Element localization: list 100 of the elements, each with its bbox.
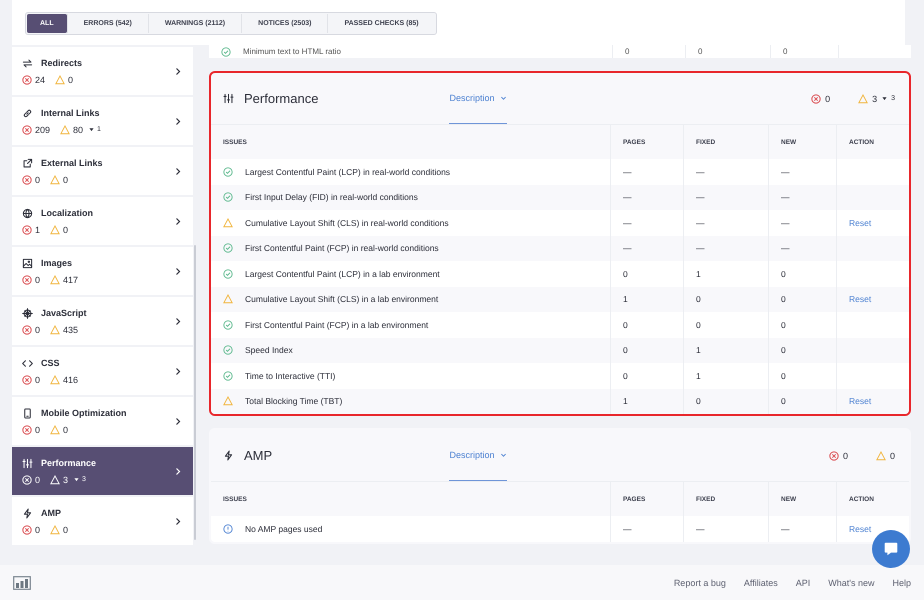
reset-link[interactable]: Reset [849, 218, 872, 228]
check-circle-icon [223, 268, 233, 279]
error-count: 0 [35, 474, 40, 484]
footer-link[interactable]: What's new [828, 578, 874, 588]
fixed-value: — [696, 524, 704, 534]
issue-name: First Contentful Paint (FCP) in real-world conditions [245, 243, 439, 254]
mobile-phone-icon [22, 408, 33, 418]
new-value: — [781, 166, 790, 177]
chain-link-icon [22, 108, 33, 118]
section-title: AMP [244, 448, 272, 463]
sidebar-item[interactable]: Localization 1 0 [12, 197, 193, 245]
warning-count: 0 [63, 224, 68, 234]
chevron-right-icon [175, 216, 181, 226]
sidebar-item[interactable]: Mobile Optimization 0 0 [12, 397, 193, 445]
sidebar-item-title: AMP [41, 508, 61, 518]
error-count: 1 [35, 224, 40, 234]
sidebar-item-title: Mobile Optimization [41, 408, 126, 418]
info-circle-icon [223, 524, 233, 534]
footer-link[interactable]: Report a bug [674, 578, 726, 588]
pages-value: 0 [623, 370, 628, 381]
sidebar-item[interactable]: External Links 0 0 [12, 147, 193, 195]
sidebar-item[interactable]: CSS 0 416 [12, 347, 193, 395]
error-count: 0 [35, 424, 40, 434]
error-count: 0 [842, 450, 848, 460]
error-count: 24 [35, 74, 46, 84]
description-dropdown[interactable]: Description [449, 430, 507, 481]
warning-triangle-icon [50, 524, 60, 534]
fixed-value: 0 [696, 396, 701, 406]
pages-value: 0 [623, 268, 628, 279]
bar-chart-icon[interactable] [13, 576, 31, 590]
error-count: 0 [35, 524, 40, 534]
footer-link[interactable]: Affiliates [744, 578, 778, 588]
warning-triangle-icon [223, 294, 233, 304]
warning-triangle-icon [50, 274, 60, 284]
reset-link[interactable]: Reset [849, 524, 872, 534]
error-circle-icon [22, 224, 32, 234]
new-value: 0 [781, 320, 786, 330]
sidebar-item-title: External Links [41, 158, 103, 168]
new-value: — [781, 192, 790, 202]
sidebar-item-title: Images [41, 258, 72, 268]
issue-name: No AMP pages used [245, 524, 322, 534]
error-circle-icon [22, 124, 32, 134]
caret-icon [500, 96, 507, 100]
error-circle-icon [22, 524, 32, 534]
error-circle-icon [22, 274, 32, 284]
footer-link[interactable]: API [796, 578, 810, 588]
error-circle-icon [22, 324, 32, 334]
warning-triangle-icon [50, 174, 60, 184]
description-dropdown[interactable]: Description [449, 73, 507, 124]
warning-triangle-icon [223, 396, 233, 406]
issue-name: Largest Contentful Paint (LCP) in a lab environment [245, 268, 440, 279]
sidebar-item-title: Redirects [41, 58, 82, 68]
fixed-value: 1 [696, 268, 701, 279]
lightning-bolt-icon [223, 450, 234, 461]
error-circle-icon [22, 474, 32, 484]
warning-triangle-icon [50, 324, 60, 334]
error-count: 0 [35, 274, 40, 284]
error-circle-icon [22, 424, 32, 434]
check-circle-icon [223, 192, 233, 202]
pages-value: — [623, 243, 632, 254]
sidebar-item[interactable]: JavaScript 0 435 [12, 297, 193, 345]
new-value: — [781, 218, 790, 228]
sliders-icon [223, 93, 234, 104]
error-count: 0 [35, 374, 40, 384]
sidebar-item[interactable]: Redirects 24 0 [12, 47, 193, 95]
sliders-icon [22, 458, 33, 468]
new-value: 0 [781, 345, 786, 356]
issue-name: First Contentful Paint (FCP) in a lab environment [245, 320, 428, 330]
new-value: 0 [783, 47, 788, 56]
new-value: 0 [781, 396, 786, 406]
error-count: 0 [35, 324, 40, 334]
sidebar-item[interactable]: Images 0 417 [12, 247, 193, 295]
warning-count: 0 [63, 424, 68, 434]
warning-triangle-icon [50, 374, 60, 384]
chevron-right-icon [175, 266, 181, 276]
pages-value: — [623, 218, 632, 228]
error-count: 0 [35, 174, 40, 184]
sidebar-item-title: Performance [41, 458, 96, 468]
warning-count: 80 [73, 124, 84, 134]
sidebar-item-title: Internal Links [41, 108, 100, 118]
sidebar-item-title: JavaScript [41, 308, 87, 318]
error-circle-icon [811, 94, 822, 104]
fixed-value: 1 [696, 345, 701, 356]
pages-value: 1 [623, 396, 628, 406]
gear-icon [22, 308, 33, 318]
error-circle-icon [22, 174, 32, 184]
chevron-right-icon [175, 416, 181, 426]
sidebar-item[interactable]: AMP 0 0 [12, 497, 193, 545]
warning-count: 416 [63, 374, 78, 384]
reset-link[interactable]: Reset [849, 396, 872, 406]
footer-link[interactable]: Help [892, 578, 911, 588]
scrollbar[interactable] [194, 245, 196, 540]
pages-value: 0 [623, 320, 628, 330]
error-circle-icon [22, 74, 32, 84]
fixed-value: — [696, 192, 704, 202]
fixed-value: — [696, 218, 704, 228]
reset-link[interactable]: Reset [849, 294, 872, 304]
pages-value: 0 [623, 345, 628, 356]
warning-triangle-icon [858, 94, 868, 104]
check-circle-icon [223, 166, 233, 177]
